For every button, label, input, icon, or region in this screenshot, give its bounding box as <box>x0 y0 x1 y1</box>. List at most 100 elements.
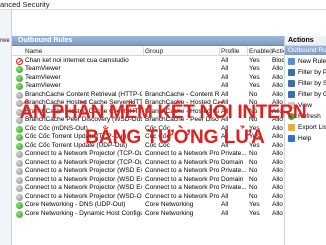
action-refresh[interactable]: Refresh <box>285 111 326 122</box>
column-separator[interactable] <box>270 47 271 56</box>
rule-enabled: No <box>249 116 258 123</box>
column-separator[interactable] <box>219 47 220 56</box>
rule-enabled: No <box>249 167 258 174</box>
column-separator[interactable] <box>143 47 144 56</box>
rule-action: Allo <box>272 141 283 149</box>
table-row[interactable]: Core Networking - DNS (UDP-Out) Core Netw… <box>12 201 284 210</box>
action-label: Filter by G <box>298 91 326 98</box>
section-title: Outbound Rules <box>18 37 73 44</box>
rule-action: Allo <box>272 107 283 115</box>
actions-subheader[interactable]: Outbound Rul <box>285 46 326 55</box>
rule-enabled: Yes <box>249 141 260 149</box>
action-view[interactable]: View <box>285 100 326 111</box>
table-row[interactable]: Connect to a Network Projector (WSD Ev..… <box>12 176 284 185</box>
action-export-list[interactable]: Export Lis <box>285 122 326 133</box>
disabled-rule-icon <box>16 108 23 116</box>
disabled-rule-icon <box>16 91 23 99</box>
rule-action: Allo <box>272 158 283 166</box>
action-label: New Rule... <box>298 58 326 65</box>
table-row[interactable]: BranchCache Peer Discovery (WSD-Out) Bran… <box>12 116 284 125</box>
rule-enabled: Yes <box>249 56 260 64</box>
allow-check-icon <box>16 83 23 90</box>
allow-check-icon <box>16 134 23 141</box>
action-new-rule[interactable]: New Rule... <box>285 56 326 67</box>
rule-group: BranchCache - Hosted Cach... <box>145 99 219 106</box>
rule-enabled: No <box>249 99 258 106</box>
rule-action: Allo <box>272 201 283 208</box>
action-filter-by-state[interactable]: Filter by S <box>285 78 326 89</box>
rule-profile: Domain <box>221 175 244 183</box>
table-row[interactable]: Chan ket noi internet cua camstudio All Ye… <box>12 57 284 66</box>
table-row[interactable]: BranchCache Hosted Cache Client (HTTP...… <box>12 108 284 117</box>
action-label: Filter by P <box>298 69 326 76</box>
rule-action: Allo <box>272 73 283 81</box>
block-icon <box>16 57 23 65</box>
column-header-profile[interactable]: Profile <box>221 47 239 56</box>
table-row[interactable]: Cốc Cốc Torrent Update (UDP-Out) Cốc Cốc A… <box>12 142 284 151</box>
new-rule-icon <box>288 58 295 65</box>
table-row[interactable]: Cốc Cốc Torrent Update (TCP-Out) Cốc Cốc A… <box>12 133 284 142</box>
table-row[interactable]: Core Networking - Dynamic Host Configu..… <box>12 210 284 219</box>
rule-enabled: Yes <box>249 82 260 89</box>
rule-profile: All <box>221 65 229 72</box>
table-row[interactable]: Connect to a Network Projector (TCP-Out)… <box>12 159 284 168</box>
action-filter-by-profile[interactable]: Filter by P <box>285 67 326 78</box>
column-header-group[interactable]: Group <box>145 47 163 56</box>
table-row[interactable]: BranchCache Content Retrieval (HTTP-O...… <box>12 91 284 100</box>
allow-check-icon <box>16 210 23 218</box>
column-separator[interactable] <box>247 47 248 56</box>
rule-profile: Domain <box>221 158 244 166</box>
rule-action: Allo <box>272 65 283 72</box>
rule-profile: All <box>221 73 229 81</box>
rule-profile: All <box>221 192 229 200</box>
rule-name: Chan ket noi internet cua camstudio <box>25 56 129 64</box>
rule-group: Connect to a Network Proje... <box>145 167 219 174</box>
table-row[interactable]: Connect to a Network Projector (WSD Ev..… <box>12 167 284 176</box>
rule-group: Core Networking <box>145 209 194 217</box>
rule-group: Connect to a Network Proje... <box>145 150 219 157</box>
rule-action: Allo <box>272 116 283 123</box>
action-label: Export Lis <box>298 124 326 131</box>
table-row[interactable]: TeamViewer All Yes Allo <box>12 74 284 83</box>
allow-check-icon <box>16 202 23 209</box>
rule-group: BranchCache - Peer Discov... <box>145 116 219 123</box>
disabled-rule-icon <box>16 168 23 175</box>
table-row[interactable]: TeamViewer All Yes Allo <box>12 65 284 74</box>
action-filter-by-group[interactable]: Filter by G <box>285 89 326 100</box>
rule-action: Bloc <box>272 56 284 64</box>
rule-action: Allo <box>272 133 283 140</box>
rule-action: Allo <box>272 192 283 200</box>
rule-name: TeamViewer <box>25 82 61 89</box>
rule-group: Connect to a Network Proje... <box>145 184 219 191</box>
table-header: Name Group Profile Enabled Actio <box>12 47 286 56</box>
rule-name: BranchCache Content Retrieval (HTTP-O... <box>25 90 142 98</box>
table-row[interactable]: Connect to a Network Projector (TCP-Out)… <box>12 150 284 159</box>
action-help[interactable]: Help <box>285 133 326 144</box>
allow-check-icon <box>16 74 23 82</box>
rule-profile: All <box>221 116 229 123</box>
left-pane-item[interactable]: rwe <box>0 37 12 45</box>
rule-name: Connect to a Network Projector (WSD-O... <box>25 192 142 200</box>
help-icon <box>288 135 295 142</box>
rule-group: Cốc Cốc <box>145 133 170 140</box>
outbound-rules-header: Outbound Rules <box>12 36 284 46</box>
rule-enabled: Yes <box>249 201 260 208</box>
rule-profile: All <box>221 90 229 98</box>
column-header-name[interactable]: Name <box>25 47 42 56</box>
table-row[interactable]: BranchCache Hosted Cache Server(HTTP... B… <box>12 99 284 108</box>
window-titlebar: anced Security <box>0 0 326 10</box>
rule-action: Allo <box>272 184 283 191</box>
rule-profile: Private... <box>221 150 247 157</box>
rule-profile: All <box>221 201 229 208</box>
rule-profile: All <box>221 56 229 64</box>
rule-name: Connect to a Network Projector (TCP-Out) <box>25 158 142 166</box>
rule-name: Cốc Cốc Torrent Update (TCP-Out) <box>25 133 127 140</box>
disabled-rule-icon <box>16 185 23 192</box>
filter-icon <box>288 91 295 98</box>
rule-name: TeamViewer <box>25 73 61 81</box>
table-row[interactable]: TeamViewer All Yes Allo <box>12 82 284 91</box>
allow-check-icon <box>16 66 23 73</box>
table-row[interactable]: Connect to a Network Projector (WSD Ev..… <box>12 184 284 193</box>
table-row[interactable]: Cốc Cốc (mDNS-Out) Cốc Cốc All Yes Allo <box>12 125 284 134</box>
table-row[interactable]: Connect to a Network Projector (WSD-O...… <box>12 193 284 202</box>
